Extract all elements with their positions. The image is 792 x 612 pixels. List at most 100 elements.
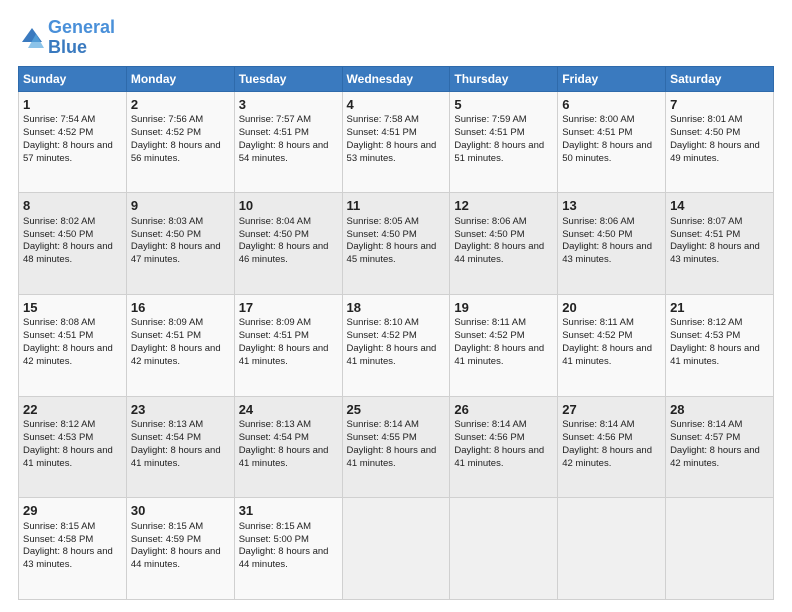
day-number: 30 (131, 502, 230, 520)
sunrise-label: Sunrise: 8:05 AM (347, 216, 419, 227)
daylight-label: Daylight: 8 hours and 42 minutes. (23, 343, 113, 367)
calendar-cell: 9Sunrise: 8:03 AMSunset: 4:50 PMDaylight… (126, 193, 234, 295)
daylight-label: Daylight: 8 hours and 44 minutes. (239, 546, 329, 570)
calendar-cell: 12Sunrise: 8:06 AMSunset: 4:50 PMDayligh… (450, 193, 558, 295)
daylight-label: Daylight: 8 hours and 54 minutes. (239, 140, 329, 164)
header: GeneralBlue (18, 18, 774, 58)
sunset-label: Sunset: 4:50 PM (131, 229, 201, 240)
sunrise-label: Sunrise: 8:13 AM (239, 419, 311, 430)
calendar-cell: 17Sunrise: 8:09 AMSunset: 4:51 PMDayligh… (234, 294, 342, 396)
sunset-label: Sunset: 4:59 PM (131, 534, 201, 545)
sunset-label: Sunset: 4:51 PM (347, 127, 417, 138)
day-number: 11 (347, 197, 446, 215)
day-number: 15 (23, 299, 122, 317)
daylight-label: Daylight: 8 hours and 41 minutes. (23, 445, 113, 469)
day-number: 31 (239, 502, 338, 520)
day-number: 12 (454, 197, 553, 215)
day-number: 25 (347, 401, 446, 419)
calendar-cell (450, 498, 558, 600)
sunset-label: Sunset: 4:50 PM (23, 229, 93, 240)
sunset-label: Sunset: 4:50 PM (670, 127, 740, 138)
day-number: 5 (454, 96, 553, 114)
logo-icon (18, 24, 46, 52)
sunrise-label: Sunrise: 8:01 AM (670, 114, 742, 125)
calendar-cell: 8Sunrise: 8:02 AM Sunset: 4:50 PMDaylight… (19, 193, 127, 295)
day-number: 22 (23, 401, 122, 419)
day-number: 19 (454, 299, 553, 317)
sunset-label: Sunset: 4:51 PM (131, 330, 201, 341)
sunset-label: Sunset: 4:51 PM (562, 127, 632, 138)
calendar-cell (342, 498, 450, 600)
daylight-label: Daylight: 8 hours and 41 minutes. (131, 445, 221, 469)
calendar-table: SundayMondayTuesdayWednesdayThursdayFrid… (18, 66, 774, 600)
sunrise-label: Sunrise: 8:15 AM (131, 521, 203, 532)
col-header-tuesday: Tuesday (234, 66, 342, 91)
sunrise-label: Sunrise: 8:02 AM (23, 216, 95, 227)
daylight-label: Daylight: 8 hours and 49 minutes. (670, 140, 760, 164)
daylight-label: Daylight: 8 hours and 41 minutes. (347, 445, 437, 469)
sunset-label: Sunset: 4:50 PM (347, 229, 417, 240)
day-number: 18 (347, 299, 446, 317)
calendar-cell: 7Sunrise: 8:01 AM Sunset: 4:50 PM Daylight… (666, 91, 774, 193)
daylight-label: Daylight: 8 hours and 41 minutes. (454, 343, 544, 367)
day-number: 4 (347, 96, 446, 114)
sunrise-label: Sunrise: 8:06 AM (562, 216, 634, 227)
sunrise-label: Sunrise: 8:14 AM (670, 419, 742, 430)
sunrise-label: Sunrise: 8:10 AM (347, 317, 419, 328)
calendar-cell: 24Sunrise: 8:13 AMSunset: 4:54 PMDayligh… (234, 396, 342, 498)
daylight-label: Daylight: 8 hours and 48 minutes. (23, 241, 113, 265)
calendar-cell: 2Sunrise: 7:56 AMSunset: 4:52 PMDaylight… (126, 91, 234, 193)
day-number: 20 (562, 299, 661, 317)
day-number: 23 (131, 401, 230, 419)
daylight-label: Daylight: 8 hours and 53 minutes. (347, 140, 437, 164)
calendar-cell: 20Sunrise: 8:11 AMSunset: 4:52 PMDayligh… (558, 294, 666, 396)
daylight-label: Daylight: 8 hours and 43 minutes. (23, 546, 113, 570)
week-row-5: 29Sunrise: 8:15 AMSunset: 4:58 PMDayligh… (19, 498, 774, 600)
sunset-label: Sunset: 4:52 PM (562, 330, 632, 341)
header-row: SundayMondayTuesdayWednesdayThursdayFrid… (19, 66, 774, 91)
calendar-cell: 27Sunrise: 8:14 AMSunset: 4:56 PMDayligh… (558, 396, 666, 498)
daylight-label: Daylight: 8 hours and 41 minutes. (347, 343, 437, 367)
calendar-cell: 10Sunrise: 8:04 AMSunset: 4:50 PMDayligh… (234, 193, 342, 295)
calendar-cell: 6Sunrise: 8:00 AMSunset: 4:51 PMDaylight… (558, 91, 666, 193)
calendar-cell: 19Sunrise: 8:11 AMSunset: 4:52 PMDayligh… (450, 294, 558, 396)
daylight-label: Daylight: 8 hours and 42 minutes. (131, 343, 221, 367)
day-number: 1 (23, 96, 122, 114)
sunrise-label: Sunrise: 8:11 AM (454, 317, 526, 328)
sunset-label: Sunset: 5:00 PM (239, 534, 309, 545)
sunrise-label: Sunrise: 8:06 AM (454, 216, 526, 227)
daylight-label: Daylight: 8 hours and 50 minutes. (562, 140, 652, 164)
sunset-label: Sunset: 4:50 PM (562, 229, 632, 240)
sunset-label: Sunset: 4:52 PM (23, 127, 93, 138)
col-header-friday: Friday (558, 66, 666, 91)
week-row-2: 8Sunrise: 8:02 AMSunset: 4:50 PMDaylight… (19, 193, 774, 295)
day-number: 29 (23, 502, 122, 520)
calendar-cell: 29Sunrise: 8:15 AMSunset: 4:58 PMDayligh… (19, 498, 127, 600)
col-header-saturday: Saturday (666, 66, 774, 91)
day-number: 8 (23, 197, 122, 215)
daylight-label: Daylight: 8 hours and 41 minutes. (239, 343, 329, 367)
sunrise-label: Sunrise: 8:15 AM (23, 521, 95, 532)
sunrise-label: Sunrise: 8:00 AM (562, 114, 634, 125)
day-number: 26 (454, 401, 553, 419)
day-number: 24 (239, 401, 338, 419)
day-number: 14 (670, 197, 769, 215)
daylight-label: Daylight: 8 hours and 45 minutes. (347, 241, 437, 265)
sunrise-label: Sunrise: 8:13 AM (131, 419, 203, 430)
week-row-4: 22Sunrise: 8:12 AMSunset: 4:53 PMDayligh… (19, 396, 774, 498)
daylight-label: Daylight: 8 hours and 44 minutes. (131, 546, 221, 570)
sunrise-label: Sunrise: 8:14 AM (562, 419, 634, 430)
col-header-monday: Monday (126, 66, 234, 91)
sunrise-label: Sunrise: 8:14 AM (454, 419, 526, 430)
calendar-cell: 23Sunrise: 8:13 AMSunset: 4:54 PMDayligh… (126, 396, 234, 498)
sunrise-label: Sunrise: 8:12 AM (23, 419, 95, 430)
sunset-label: Sunset: 4:51 PM (23, 330, 93, 341)
calendar-cell: 13Sunrise: 8:06 AMSunset: 4:50 PMDayligh… (558, 193, 666, 295)
week-row-3: 15Sunrise: 8:08 AMSunset: 4:51 PMDayligh… (19, 294, 774, 396)
day-number: 13 (562, 197, 661, 215)
day-number: 27 (562, 401, 661, 419)
day-number: 21 (670, 299, 769, 317)
day-number: 7 (670, 96, 769, 114)
sunset-label: Sunset: 4:51 PM (239, 127, 309, 138)
sunrise-label: Sunrise: 7:59 AM (454, 114, 526, 125)
